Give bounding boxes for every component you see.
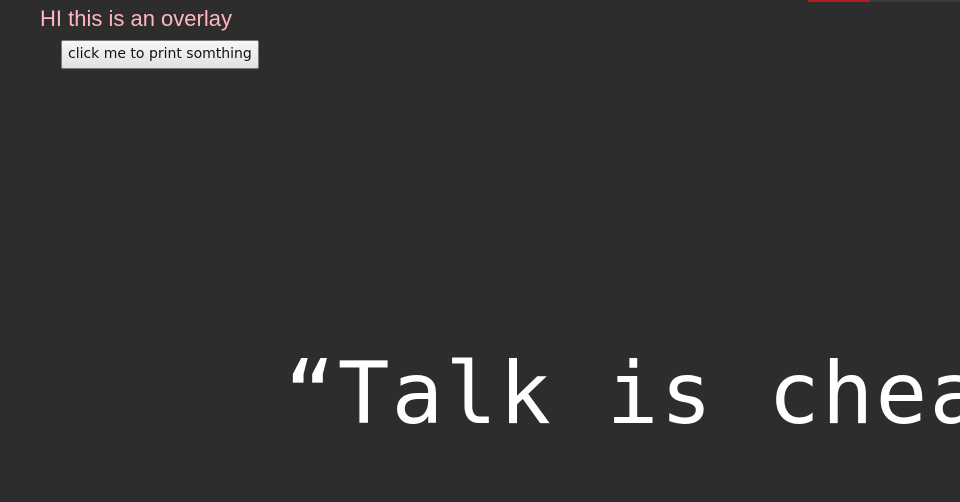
top-edge-accent — [808, 0, 870, 2]
desktop-background: HI this is an overlay click me to print … — [0, 0, 960, 502]
overlay-title: HI this is an overlay — [40, 6, 232, 31]
background-quote: “Talk is cheap. Sh — [284, 344, 960, 444]
print-something-button[interactable]: click me to print somthing — [61, 40, 259, 69]
